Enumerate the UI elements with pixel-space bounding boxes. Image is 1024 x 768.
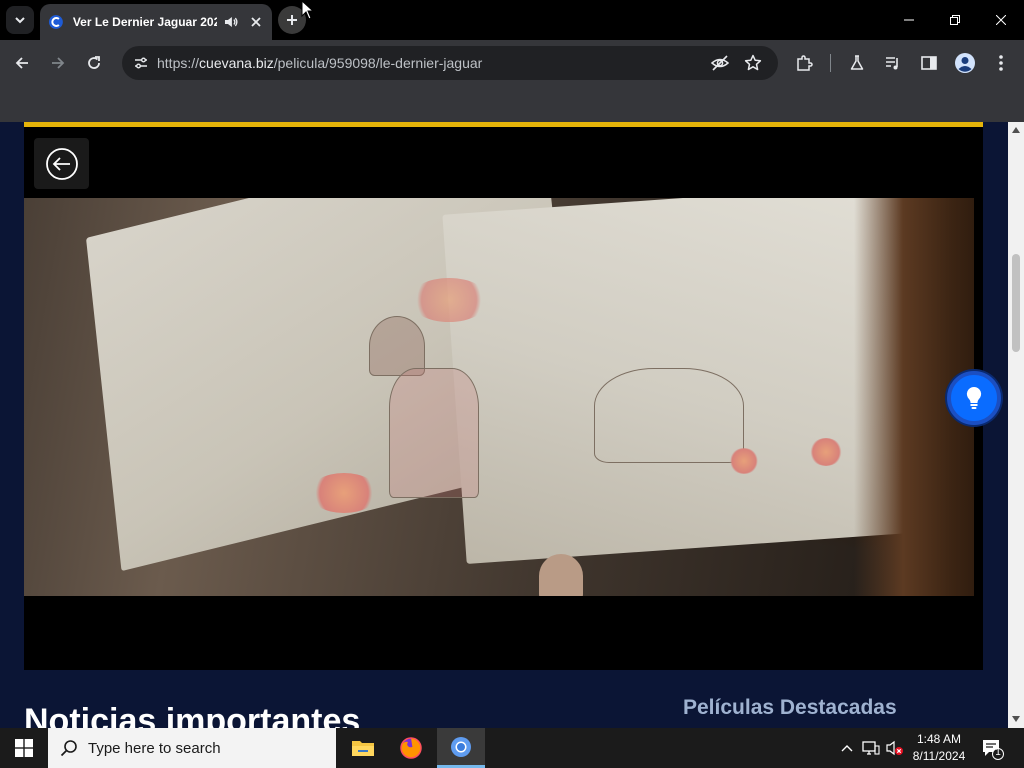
browser-menu-button[interactable] bbox=[990, 52, 1012, 74]
floating-tips-button[interactable] bbox=[947, 371, 1001, 425]
menu-icon bbox=[999, 55, 1003, 71]
tab-search-button[interactable] bbox=[6, 6, 34, 34]
file-explorer-icon bbox=[352, 741, 374, 756]
show-hidden-icons-button[interactable] bbox=[837, 738, 857, 758]
video-scene-doodle-body bbox=[389, 368, 479, 498]
site-info-button[interactable] bbox=[128, 50, 154, 76]
browser-tab-active[interactable]: Ver Le Dernier Jaguar 2024 bbox=[40, 4, 272, 40]
network-tray-button[interactable] bbox=[861, 738, 881, 758]
windows-taskbar: Type here to search 1:48 AM 8/11/2024 1 bbox=[0, 728, 1024, 768]
taskbar-search-box[interactable]: Type here to search bbox=[48, 728, 336, 768]
video-scene-doodle-jaguar bbox=[594, 368, 744, 463]
tab-strip: Ver Le Dernier Jaguar 2024 bbox=[0, 0, 1024, 40]
taskbar-app-chrome[interactable] bbox=[437, 728, 485, 768]
cuevana-favicon bbox=[48, 15, 63, 29]
video-frame[interactable] bbox=[24, 198, 974, 596]
video-scene-doodle-girl bbox=[369, 316, 425, 376]
player-back-button[interactable] bbox=[34, 138, 89, 189]
media-control-icon bbox=[886, 57, 898, 70]
close-window-button[interactable] bbox=[978, 0, 1024, 40]
web-page: Noticias importantes Películas Destacada… bbox=[0, 122, 1008, 728]
video-scene-flower bbox=[729, 448, 759, 474]
clock-date: 8/11/2024 bbox=[912, 749, 966, 763]
url-path: /pelicula/959098/le-dernier-jaguar bbox=[273, 55, 483, 71]
search-icon bbox=[60, 740, 77, 757]
video-scene-flower bbox=[809, 438, 843, 466]
taskbar-app-file-explorer[interactable] bbox=[339, 728, 387, 768]
volume-muted-icon bbox=[886, 740, 903, 756]
side-panel-button[interactable] bbox=[918, 52, 940, 74]
minimize-button[interactable] bbox=[886, 0, 932, 40]
notification-count: 1 bbox=[995, 747, 1001, 758]
mouse-cursor-icon bbox=[301, 0, 313, 20]
back-circle-icon bbox=[45, 147, 78, 180]
volume-tray-button[interactable] bbox=[885, 738, 905, 758]
speaker-icon[interactable] bbox=[223, 14, 239, 30]
video-scene-flower bbox=[309, 473, 379, 513]
video-player[interactable] bbox=[24, 127, 983, 670]
close-icon bbox=[251, 17, 261, 27]
search-placeholder: Type here to search bbox=[88, 739, 221, 757]
restore-icon bbox=[950, 15, 960, 25]
forward-icon bbox=[52, 57, 65, 69]
scroll-down-button[interactable] bbox=[1011, 714, 1021, 724]
forward-button[interactable] bbox=[43, 48, 73, 78]
media-control-button[interactable] bbox=[882, 52, 904, 74]
eye-off-icon bbox=[710, 55, 730, 71]
profile-button[interactable] bbox=[954, 52, 976, 74]
video-scene-heart bbox=[409, 278, 489, 322]
address-bar[interactable]: https://cuevana.biz/pelicula/959098/le-d… bbox=[122, 46, 778, 80]
toolbar-separator bbox=[830, 54, 831, 72]
clock-time: 1:48 AM bbox=[916, 732, 962, 746]
chrome-icon bbox=[451, 736, 471, 757]
url-text: https://cuevana.biz/pelicula/959098/le-d… bbox=[157, 55, 482, 71]
scrollbar-thumb[interactable] bbox=[1012, 254, 1020, 352]
lightbulb-icon bbox=[966, 386, 982, 409]
back-icon bbox=[15, 57, 28, 69]
tab-title: Ver Le Dernier Jaguar 2024 bbox=[72, 15, 218, 29]
site-info-icon bbox=[135, 57, 147, 69]
extensions-button[interactable] bbox=[793, 52, 815, 74]
labs-button[interactable] bbox=[846, 52, 868, 74]
action-center-button[interactable]: 1 bbox=[980, 736, 1004, 760]
triangle-down-icon bbox=[1012, 716, 1020, 722]
restore-button[interactable] bbox=[932, 0, 978, 40]
reload-button[interactable] bbox=[79, 48, 109, 78]
reload-icon bbox=[88, 56, 100, 69]
scroll-up-button[interactable] bbox=[1011, 125, 1021, 135]
news-heading: Noticias importantes bbox=[24, 702, 361, 728]
featured-movies-heading: Películas Destacadas bbox=[683, 696, 897, 719]
plus-icon bbox=[287, 15, 297, 25]
browser-toolbar: https://cuevana.biz/pelicula/959098/le-d… bbox=[0, 40, 1024, 86]
bookmarks-bar bbox=[0, 86, 1024, 122]
chevron-up-icon bbox=[841, 745, 853, 752]
minimize-icon bbox=[904, 19, 914, 21]
bookmark-star-button[interactable] bbox=[743, 53, 763, 73]
taskbar-app-firefox[interactable] bbox=[387, 728, 435, 768]
triangle-up-icon bbox=[1012, 127, 1020, 133]
close-tab-button[interactable] bbox=[248, 14, 264, 30]
close-icon bbox=[996, 15, 1006, 25]
chevron-down-icon bbox=[15, 17, 25, 24]
url-prefix: https:// bbox=[157, 55, 200, 71]
firefox-icon bbox=[400, 737, 422, 759]
network-icon bbox=[862, 741, 880, 755]
page-scrollbar[interactable] bbox=[1008, 122, 1024, 728]
star-icon bbox=[744, 54, 762, 71]
taskbar-clock[interactable]: 1:48 AM 8/11/2024 bbox=[904, 731, 974, 765]
extensions-icon bbox=[797, 55, 813, 71]
labs-icon bbox=[850, 55, 864, 70]
profile-icon bbox=[955, 53, 975, 73]
start-button[interactable] bbox=[0, 728, 48, 768]
side-panel-icon bbox=[921, 56, 937, 70]
video-scene-hand bbox=[539, 554, 583, 596]
back-button[interactable] bbox=[7, 48, 37, 78]
tracking-protection-button[interactable] bbox=[710, 53, 730, 73]
windows-logo-icon bbox=[15, 739, 33, 757]
url-domain: cuevana.biz bbox=[199, 55, 274, 71]
